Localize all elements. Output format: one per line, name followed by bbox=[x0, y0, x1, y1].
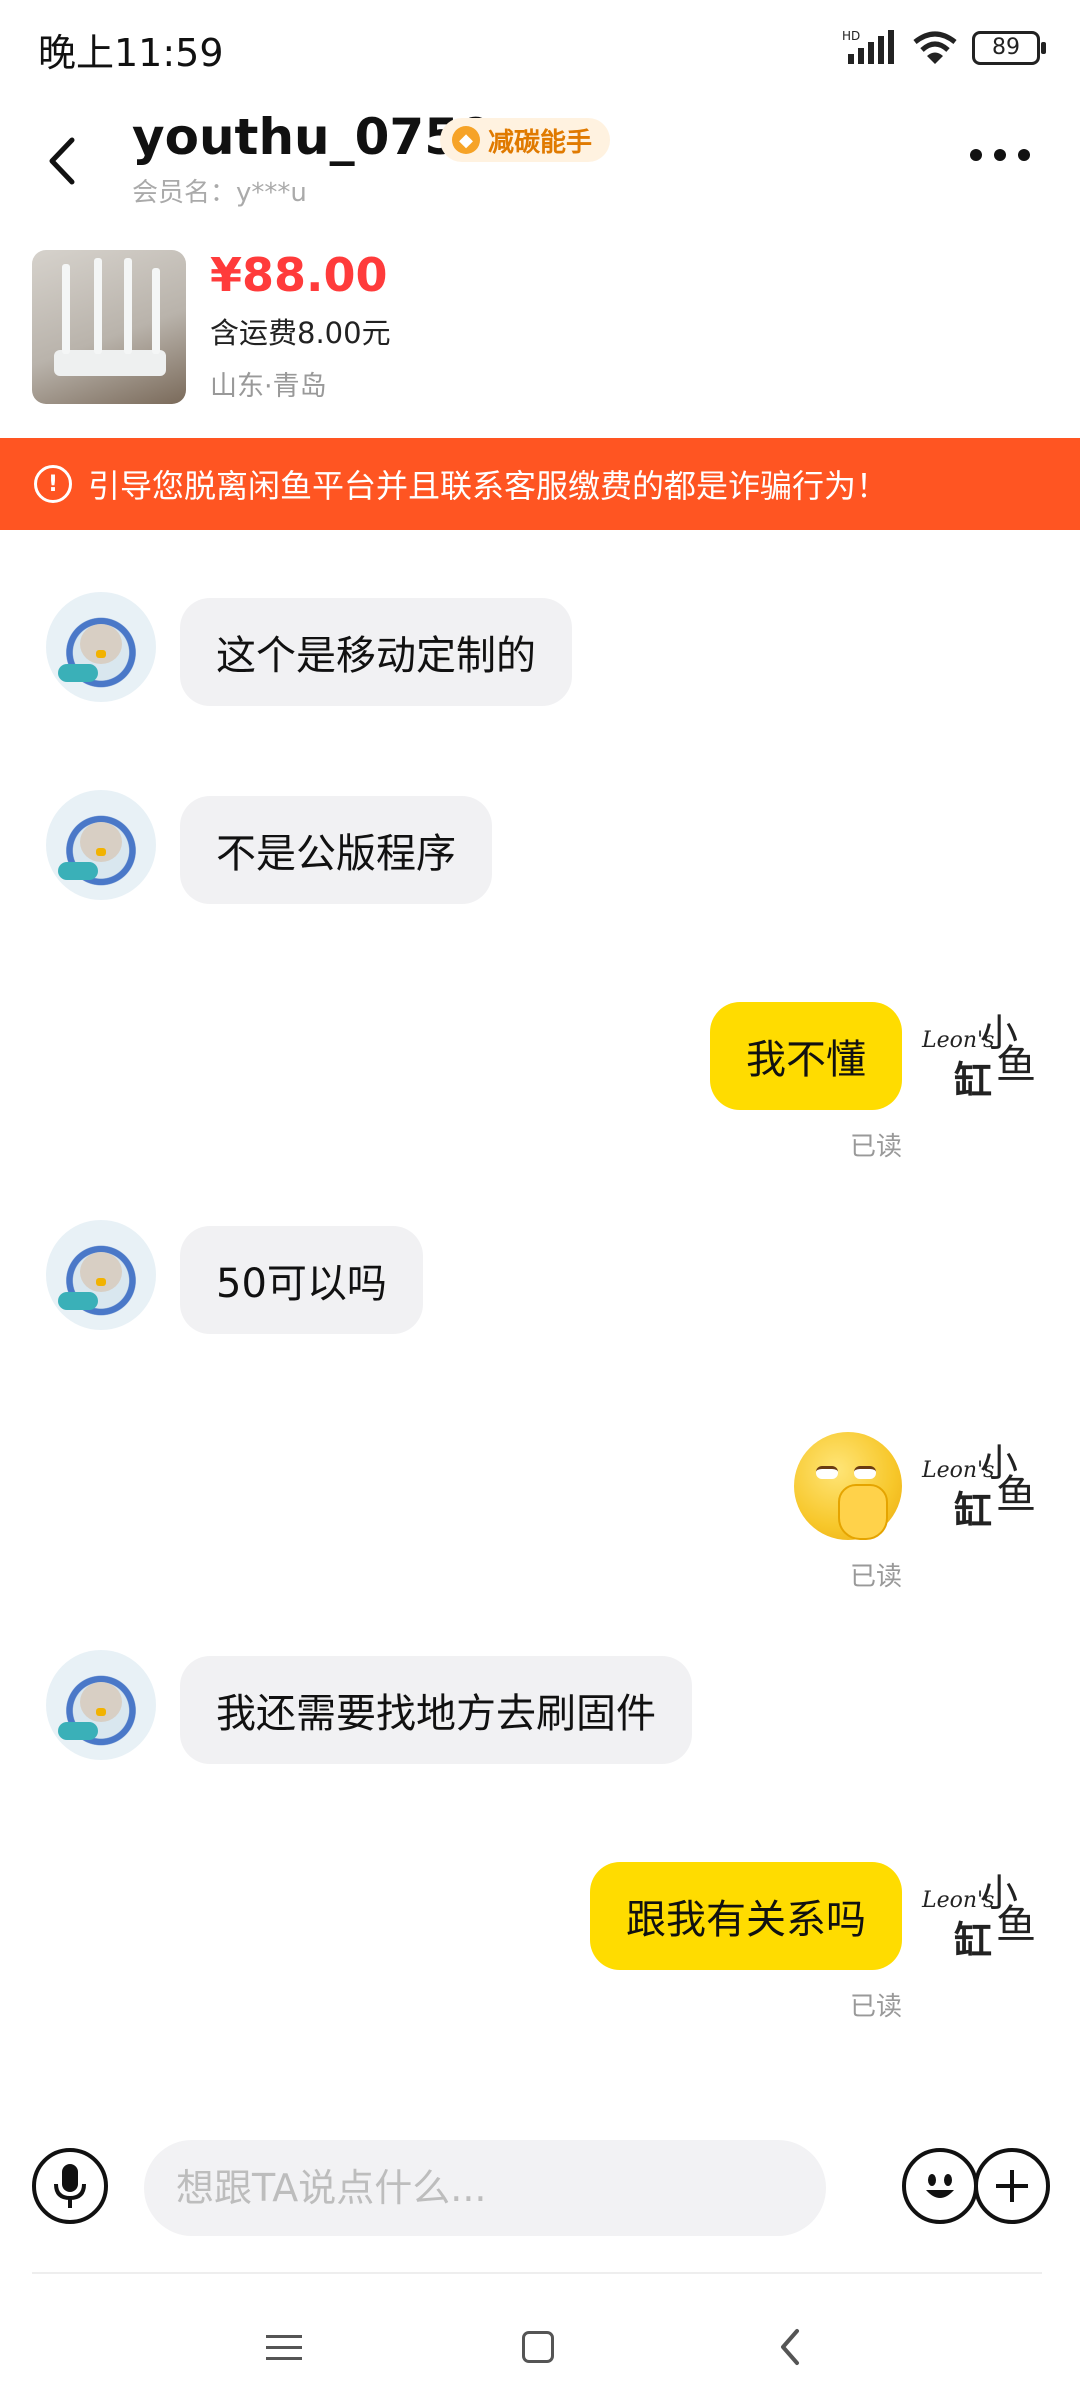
menu-line bbox=[266, 2345, 302, 2349]
avatar-face bbox=[80, 1252, 122, 1292]
message-bubble-right[interactable]: 跟我有关系吗 bbox=[590, 1862, 902, 1970]
back-chevron-icon bbox=[781, 2329, 799, 2365]
avatar-beak bbox=[96, 848, 106, 856]
avatar-yu: 鱼 bbox=[996, 1902, 1036, 1948]
seller-avatar[interactable] bbox=[46, 592, 156, 702]
plus-button[interactable] bbox=[974, 2148, 1050, 2224]
member-name: y***u bbox=[236, 178, 307, 208]
emoji-eye bbox=[854, 1466, 876, 1479]
avatar-tail bbox=[58, 862, 98, 880]
avatar-yu: 鱼 bbox=[996, 1472, 1036, 1518]
signal-icon: HD bbox=[842, 29, 894, 64]
read-status: 已读 bbox=[849, 1562, 902, 1592]
seller-avatar[interactable] bbox=[46, 1650, 156, 1760]
avatar-gang: 缸 bbox=[954, 1058, 993, 1103]
input-bar bbox=[0, 2130, 1080, 2260]
system-nav-bar bbox=[0, 2280, 1080, 2400]
smirking-emoji-icon[interactable] bbox=[794, 1432, 902, 1540]
avatar-beak bbox=[96, 650, 106, 658]
product-location: 山东·青岛 bbox=[210, 371, 327, 402]
warning-icon: ! bbox=[34, 465, 72, 503]
fraud-warning-banner: ! 引导您脱离闲鱼平台并且联系客服缴费的都是诈骗行为！ bbox=[0, 438, 1080, 530]
battery-icon: 89 bbox=[972, 31, 1046, 65]
leaf-badge-icon: ◆ bbox=[452, 126, 480, 154]
back-button[interactable] bbox=[34, 126, 94, 196]
smiley-icon bbox=[926, 2174, 954, 2198]
more-button[interactable] bbox=[970, 140, 1040, 170]
chat-header: youthu_0759 ◆ 减碳能手 会员名：y***u bbox=[0, 96, 1080, 226]
menu-line bbox=[266, 2356, 302, 2360]
member-label: 会员名： bbox=[132, 178, 237, 208]
product-card[interactable]: ¥88.00 含运费8.00元 山东·青岛 bbox=[0, 236, 1080, 436]
product-image[interactable] bbox=[32, 250, 186, 404]
avatar-tail bbox=[58, 1722, 98, 1740]
wifi-icon bbox=[913, 31, 957, 64]
warning-text: 引导您脱离闲鱼平台并且联系客服缴费的都是诈骗行为！ bbox=[88, 467, 889, 505]
chat-messages[interactable]: 这个是移动定制的 不是公版程序 我不懂 Leon's 小 鱼 缸 已读 50可以… bbox=[0, 530, 1080, 2090]
more-dot bbox=[994, 149, 1006, 161]
plus-icon bbox=[996, 2170, 1028, 2202]
more-dot bbox=[1018, 149, 1030, 161]
status-icons: HD 89 bbox=[842, 26, 1046, 70]
network-label: HD bbox=[842, 29, 860, 43]
emoji-hand bbox=[838, 1484, 888, 1540]
microphone-icon bbox=[54, 2164, 86, 2208]
my-avatar[interactable]: Leon's 小 鱼 缸 bbox=[918, 1862, 1038, 1972]
read-status: 已读 bbox=[849, 1992, 902, 2022]
divider bbox=[32, 2272, 1042, 2274]
avatar-face bbox=[80, 822, 122, 862]
message-input[interactable] bbox=[144, 2140, 826, 2236]
my-avatar[interactable]: Leon's 小 鱼 缸 bbox=[918, 1432, 1038, 1542]
voice-button[interactable] bbox=[32, 2148, 108, 2224]
product-price: ¥88.00 bbox=[210, 248, 388, 302]
recent-apps-button[interactable] bbox=[254, 2322, 314, 2372]
message-bubble-left[interactable]: 不是公版程序 bbox=[180, 796, 492, 904]
message-bubble-left[interactable]: 这个是移动定制的 bbox=[180, 598, 572, 706]
read-status: 已读 bbox=[849, 1132, 902, 1162]
user-badge[interactable]: ◆ 减碳能手 bbox=[440, 118, 611, 162]
status-bar: 晚上11:59 HD 89 bbox=[0, 0, 1080, 96]
message-bubble-left[interactable]: 50可以吗 bbox=[180, 1226, 423, 1334]
my-avatar[interactable]: Leon's 小 鱼 缸 bbox=[918, 1002, 1038, 1112]
emoji-button[interactable] bbox=[902, 2148, 978, 2224]
back-arrow-icon bbox=[49, 137, 75, 185]
avatar-gang: 缸 bbox=[954, 1918, 993, 1963]
menu-icon bbox=[266, 2334, 302, 2338]
avatar-face bbox=[80, 1682, 122, 1722]
seller-avatar[interactable] bbox=[46, 790, 156, 900]
message-bubble-left[interactable]: 我还需要找地方去刷固件 bbox=[180, 1656, 692, 1764]
system-back-button[interactable] bbox=[760, 2322, 820, 2372]
avatar-face bbox=[80, 624, 122, 664]
home-button[interactable] bbox=[508, 2322, 568, 2372]
home-square-icon bbox=[522, 2331, 554, 2363]
avatar-beak bbox=[96, 1278, 106, 1286]
badge-label: 减碳能手 bbox=[488, 127, 593, 158]
member-name-line: 会员名：y***u bbox=[132, 172, 307, 209]
message-bubble-right[interactable]: 我不懂 bbox=[710, 1002, 902, 1110]
avatar-tail bbox=[58, 1292, 98, 1310]
avatar-tail bbox=[58, 664, 98, 682]
seller-avatar[interactable] bbox=[46, 1220, 156, 1330]
status-time: 晚上11:59 bbox=[38, 31, 224, 75]
router-image bbox=[54, 258, 166, 376]
product-shipping: 含运费8.00元 bbox=[210, 316, 391, 350]
avatar-beak bbox=[96, 1708, 106, 1716]
more-dots-icon bbox=[970, 149, 982, 161]
emoji-eye bbox=[816, 1466, 838, 1479]
avatar-gang: 缸 bbox=[954, 1488, 993, 1533]
avatar-yu: 鱼 bbox=[996, 1042, 1036, 1088]
